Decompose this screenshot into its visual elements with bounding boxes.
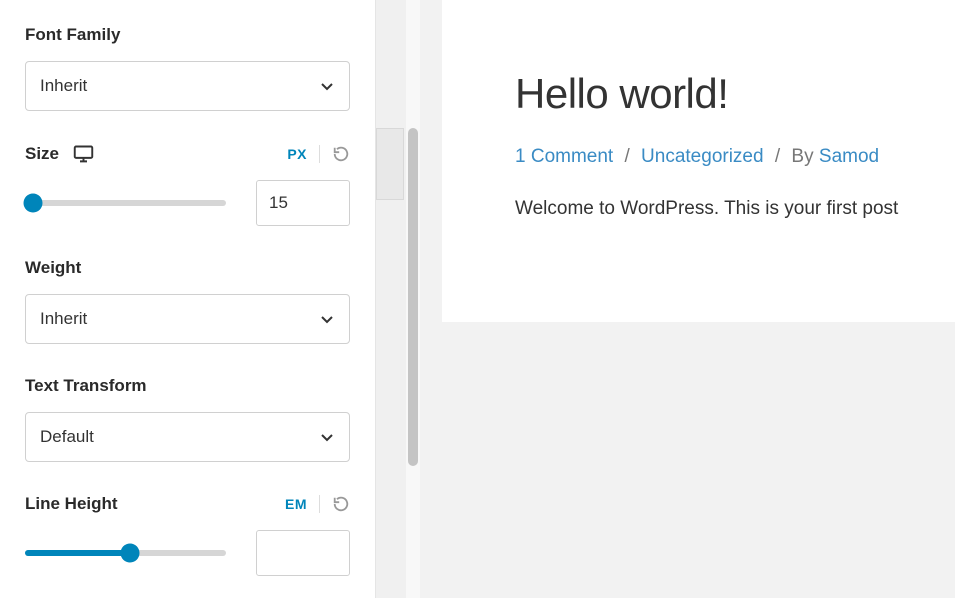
scrollbar-thumb[interactable] bbox=[408, 128, 418, 466]
font-family-control: Font Family Inherit bbox=[25, 25, 350, 111]
reset-icon[interactable] bbox=[332, 145, 350, 163]
text-transform-label: Text Transform bbox=[25, 376, 350, 396]
slider-track bbox=[25, 200, 226, 206]
slider-fill bbox=[25, 550, 130, 556]
customizer-sidebar: Font Family Inherit Size PX bbox=[0, 0, 375, 598]
line-height-label-row: Line Height EM bbox=[25, 494, 350, 514]
category-link[interactable]: Uncategorized bbox=[641, 146, 764, 167]
font-family-value: Inherit bbox=[40, 76, 87, 96]
line-height-unit[interactable]: EM bbox=[285, 496, 307, 512]
panel-divider bbox=[375, 0, 420, 598]
size-slider[interactable] bbox=[25, 193, 226, 213]
post-body: Welcome to WordPress. This is your first… bbox=[515, 198, 955, 220]
preview-pane: Hello world! 1 Comment / Uncategorized /… bbox=[420, 0, 955, 598]
weight-control: Weight Inherit bbox=[25, 258, 350, 344]
line-height-label: Line Height bbox=[25, 494, 118, 514]
divider-tab bbox=[376, 128, 404, 200]
font-family-select[interactable]: Inherit bbox=[25, 61, 350, 111]
separator bbox=[319, 145, 320, 163]
by-label: By bbox=[791, 146, 813, 167]
slider-thumb[interactable] bbox=[120, 544, 139, 563]
size-value: 15 bbox=[269, 193, 288, 213]
weight-value: Inherit bbox=[40, 309, 87, 329]
slider-thumb[interactable] bbox=[24, 194, 43, 213]
reset-icon[interactable] bbox=[332, 495, 350, 513]
line-height-input[interactable] bbox=[256, 530, 350, 576]
separator bbox=[319, 495, 320, 513]
size-input[interactable]: 15 bbox=[256, 180, 350, 226]
text-transform-select[interactable]: Default bbox=[25, 412, 350, 462]
comments-link[interactable]: 1 Comment bbox=[515, 146, 613, 167]
chevron-down-icon bbox=[319, 311, 335, 327]
chevron-down-icon bbox=[319, 78, 335, 94]
font-family-label: Font Family bbox=[25, 25, 350, 45]
size-label-row: Size PX bbox=[25, 143, 350, 164]
preview-post: Hello world! 1 Comment / Uncategorized /… bbox=[442, 0, 955, 322]
text-transform-control: Text Transform Default bbox=[25, 376, 350, 462]
author-link[interactable]: Samod bbox=[819, 146, 879, 167]
line-height-control: Line Height EM bbox=[25, 494, 350, 576]
text-transform-value: Default bbox=[40, 427, 94, 447]
size-control: Size PX bbox=[25, 143, 350, 226]
meta-separator: / bbox=[624, 146, 629, 167]
post-title: Hello world! bbox=[515, 70, 955, 118]
weight-select[interactable]: Inherit bbox=[25, 294, 350, 344]
size-unit[interactable]: PX bbox=[287, 146, 307, 162]
meta-separator: / bbox=[775, 146, 780, 167]
line-height-slider[interactable] bbox=[25, 543, 226, 563]
desktop-icon[interactable] bbox=[73, 143, 94, 164]
scrollbar-track[interactable] bbox=[406, 0, 420, 598]
chevron-down-icon bbox=[319, 429, 335, 445]
post-meta: 1 Comment / Uncategorized / By Samod bbox=[515, 146, 955, 168]
size-label: Size bbox=[25, 144, 59, 164]
weight-label: Weight bbox=[25, 258, 350, 278]
